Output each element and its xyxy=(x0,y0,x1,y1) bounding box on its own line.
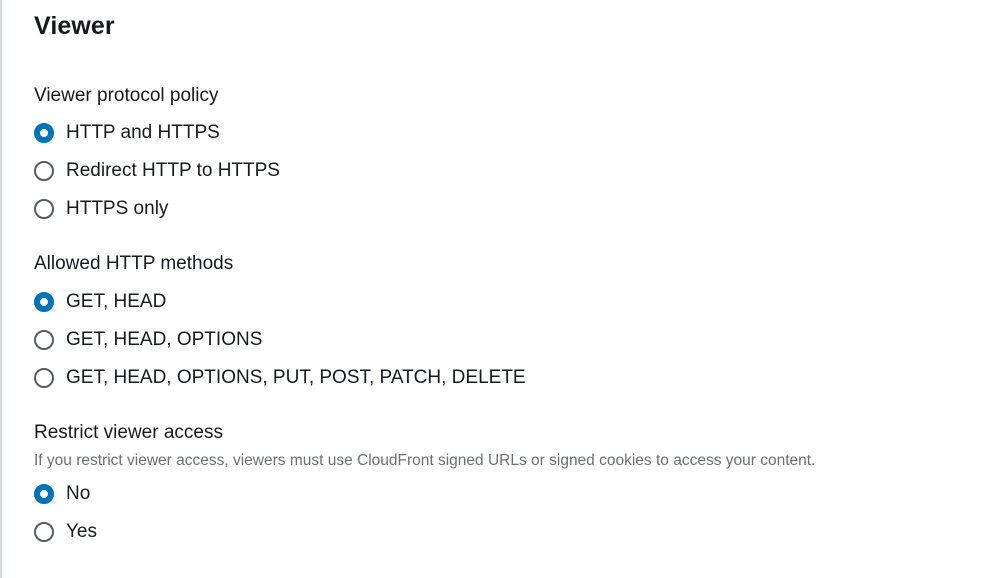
radio-label: Yes xyxy=(66,521,97,542)
radio-label: GET, HEAD, OPTIONS xyxy=(66,329,263,350)
radio-label: GET, HEAD xyxy=(66,291,167,312)
radio-https-only[interactable]: HTTPS only xyxy=(34,195,168,223)
radio-get-head[interactable]: GET, HEAD xyxy=(34,288,166,316)
radio-label: HTTP and HTTPS xyxy=(66,122,220,143)
radio-label: No xyxy=(66,483,91,504)
radio-indicator[interactable] xyxy=(34,330,54,350)
radio-restrict-yes[interactable]: Yes xyxy=(34,518,97,546)
radio-restrict-no[interactable]: No xyxy=(34,480,90,508)
restrict-viewer-access-label: Restrict viewer access xyxy=(34,422,223,443)
radio-indicator[interactable] xyxy=(34,161,54,181)
radio-indicator[interactable] xyxy=(34,292,54,312)
viewer-settings-panel: Viewer Viewer protocol policy HTTP and H… xyxy=(0,0,991,578)
radio-indicator[interactable] xyxy=(34,484,54,504)
allowed-http-methods-label: Allowed HTTP methods xyxy=(34,253,234,274)
radio-all-methods[interactable]: GET, HEAD, OPTIONS, PUT, POST, PATCH, DE… xyxy=(34,364,526,392)
radio-indicator[interactable] xyxy=(34,123,54,143)
radio-indicator[interactable] xyxy=(34,199,54,219)
radio-indicator[interactable] xyxy=(34,522,54,542)
radio-label: Redirect HTTP to HTTPS xyxy=(66,160,280,181)
restrict-viewer-access-description: If you restrict viewer access, viewers m… xyxy=(34,452,816,469)
radio-http-and-https[interactable]: HTTP and HTTPS xyxy=(34,119,220,147)
radio-label: HTTPS only xyxy=(66,198,169,219)
radio-get-head-options[interactable]: GET, HEAD, OPTIONS xyxy=(34,326,262,354)
viewer-protocol-policy-label: Viewer protocol policy xyxy=(34,85,219,106)
radio-redirect-http-to-https[interactable]: Redirect HTTP to HTTPS xyxy=(34,157,280,185)
section-title: Viewer xyxy=(34,12,115,40)
radio-label: GET, HEAD, OPTIONS, PUT, POST, PATCH, DE… xyxy=(66,367,526,388)
radio-indicator[interactable] xyxy=(34,368,54,388)
